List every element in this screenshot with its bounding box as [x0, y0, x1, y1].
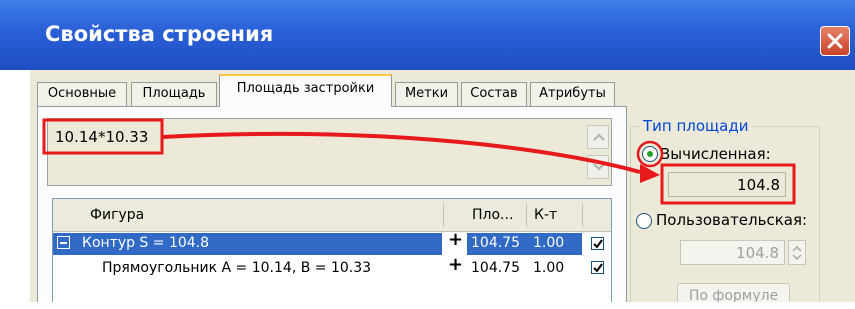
calculated-value-highlight	[660, 163, 796, 205]
radio-highlight	[636, 140, 664, 168]
tab-built-area[interactable]: Площадь застройки	[219, 74, 392, 107]
screenshot-root: Свойства строения Основные Площадь Площа…	[0, 0, 855, 309]
bottom-strip	[0, 302, 855, 309]
formula-highlight	[42, 118, 164, 155]
annotation-overlay	[42, 118, 796, 205]
annotation-arrow	[161, 131, 641, 174]
